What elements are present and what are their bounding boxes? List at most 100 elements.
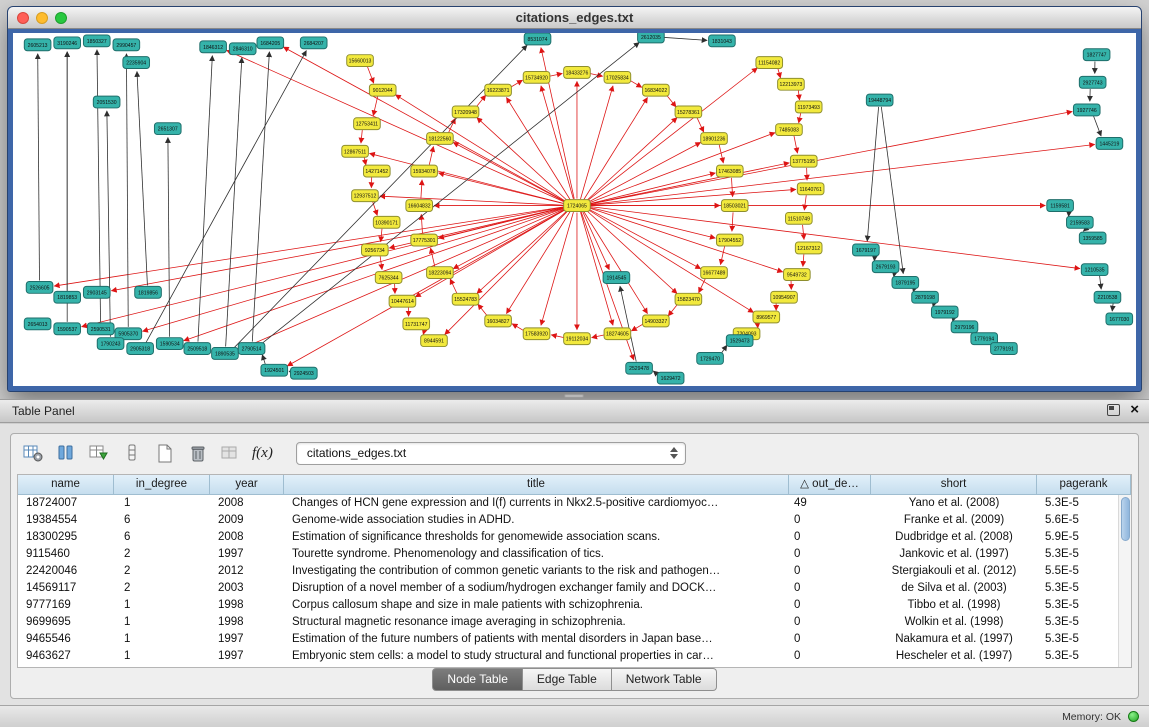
tab-network-table[interactable]: Network Table: [612, 668, 717, 691]
graph-node[interactable]: 14903327: [643, 315, 670, 327]
graph-node[interactable]: 9549732: [784, 269, 811, 281]
table-row[interactable]: 2242004622012Investigating the contribut…: [18, 563, 1131, 580]
graph-node[interactable]: 2509518: [184, 343, 211, 355]
graph-node[interactable]: 1927746: [1073, 104, 1100, 116]
window-titlebar[interactable]: citations_edges.txt: [8, 7, 1141, 29]
table-row[interactable]: 1872400712008Changes of HCN gene express…: [18, 495, 1131, 512]
graph-node[interactable]: 17583920: [523, 328, 550, 340]
graph-node[interactable]: 1924501: [261, 364, 288, 376]
graph-node[interactable]: 2590531: [87, 323, 114, 335]
table-row[interactable]: 946554611997Estimation of the future num…: [18, 631, 1131, 648]
graph-node[interactable]: 2879198: [912, 291, 939, 303]
graph-node[interactable]: 18503021: [721, 200, 748, 212]
graph-node[interactable]: 2684207: [300, 37, 327, 49]
graph-node[interactable]: 16034827: [485, 315, 512, 327]
network-graph[interactable]: 1724065185030211790455216677489158234701…: [13, 33, 1136, 386]
graph-node[interactable]: 11731747: [403, 318, 430, 330]
graph-node[interactable]: 1210535: [1081, 264, 1108, 276]
table-row[interactable]: 911546021997Tourette syndrome. Phenomeno…: [18, 546, 1131, 563]
graph-node[interactable]: 1850327: [83, 35, 110, 47]
table-row[interactable]: 969969511998Structural magnetic resonanc…: [18, 614, 1131, 631]
new-column-icon[interactable]: [153, 442, 177, 464]
graph-node[interactable]: 2927743: [1079, 76, 1106, 88]
graph-node[interactable]: 10390171: [373, 216, 400, 228]
graph-node[interactable]: 10954907: [771, 291, 798, 303]
graph-node[interactable]: 18122560: [427, 133, 454, 145]
column-header-3[interactable]: title: [284, 475, 789, 495]
float-panel-icon[interactable]: [1107, 404, 1120, 416]
graph-node[interactable]: 12937512: [352, 190, 379, 202]
close-panel-icon[interactable]: ×: [1130, 404, 1139, 416]
graph-node[interactable]: 1827747: [1083, 49, 1110, 61]
graph-node[interactable]: 1729470: [697, 352, 724, 364]
graph-node[interactable]: 2529478: [626, 362, 653, 374]
graph-node[interactable]: 1831043: [709, 35, 736, 47]
graph-node[interactable]: 1879195: [892, 277, 919, 289]
graph-node[interactable]: 17025834: [604, 71, 631, 83]
graph-node[interactable]: 18223094: [427, 267, 454, 279]
network-canvas[interactable]: 1724065185030211790455216677489158234701…: [13, 33, 1136, 386]
graph-node[interactable]: 1677030: [1106, 313, 1133, 325]
tab-node-table[interactable]: Node Table: [432, 668, 523, 691]
column-header-1[interactable]: in_degree: [114, 475, 210, 495]
graph-node[interactable]: 1590537: [54, 323, 81, 335]
graph-node[interactable]: 12213973: [778, 78, 805, 90]
import-table-icon[interactable]: [219, 442, 243, 464]
graph-node[interactable]: 1359585: [1079, 232, 1106, 244]
graph-node[interactable]: 7625344: [375, 272, 402, 284]
row-options-icon[interactable]: [120, 442, 144, 464]
graph-node[interactable]: 2779191: [991, 343, 1018, 355]
graph-node[interactable]: 17463085: [716, 165, 743, 177]
table-scrollbar[interactable]: [1118, 495, 1131, 667]
column-header-2[interactable]: year: [210, 475, 284, 495]
graph-node[interactable]: 12867511: [342, 145, 369, 157]
graph-node[interactable]: 2790514: [238, 343, 265, 355]
graph-node[interactable]: 19112034: [564, 333, 591, 345]
graph-node[interactable]: 1890535: [212, 348, 239, 360]
graph-node[interactable]: 11510749: [786, 212, 813, 224]
graph-node[interactable]: 1684205: [257, 37, 284, 49]
graph-node[interactable]: 2905318: [127, 343, 154, 355]
minimize-window-button[interactable]: [36, 12, 48, 24]
graph-node[interactable]: 2924503: [291, 367, 318, 379]
function-builder-icon[interactable]: f(x): [252, 445, 273, 462]
graph-node[interactable]: 8969577: [753, 311, 780, 323]
graph-node[interactable]: 16677489: [701, 267, 728, 279]
graph-node[interactable]: 1159581: [1047, 200, 1074, 212]
graph-node[interactable]: 15934078: [411, 165, 438, 177]
graph-node[interactable]: 2651307: [154, 123, 181, 135]
tab-edge-table[interactable]: Edge Table: [523, 668, 612, 691]
zoom-window-button[interactable]: [55, 12, 67, 24]
graph-node[interactable]: 2235904: [123, 57, 150, 69]
graph-node[interactable]: 17775301: [411, 234, 438, 246]
graph-node[interactable]: 7485083: [776, 124, 803, 136]
graph-node[interactable]: 16834022: [643, 84, 670, 96]
graph-node[interactable]: 16604832: [406, 200, 433, 212]
column-header-0[interactable]: name: [18, 475, 114, 495]
table-row[interactable]: 1456911722003Disruption of a novel membe…: [18, 580, 1131, 597]
edit-table-icon[interactable]: [87, 442, 111, 464]
column-header-6[interactable]: pagerank: [1037, 475, 1131, 495]
graph-node[interactable]: 1979192: [931, 306, 958, 318]
graph-node[interactable]: 1914545: [603, 272, 630, 284]
graph-node[interactable]: 17320948: [452, 106, 479, 118]
graph-node[interactable]: 2210538: [1094, 291, 1121, 303]
graph-node[interactable]: 18433276: [564, 67, 591, 79]
graph-node[interactable]: 9012044: [369, 84, 396, 96]
graph-node[interactable]: 1445219: [1096, 138, 1123, 150]
graph-node[interactable]: 15524783: [452, 293, 479, 305]
graph-node[interactable]: 2051530: [93, 96, 120, 108]
graph-node[interactable]: 16223871: [485, 84, 512, 96]
close-window-button[interactable]: [17, 12, 29, 24]
show-columns-icon[interactable]: [54, 442, 78, 464]
graph-node[interactable]: 2526605: [26, 281, 53, 293]
graph-node[interactable]: 3190246: [54, 37, 81, 49]
memory-status-icon[interactable]: [1128, 711, 1139, 722]
graph-node[interactable]: 11154082: [756, 57, 783, 69]
graph-node[interactable]: 11640761: [797, 183, 824, 195]
graph-node[interactable]: 15823470: [675, 293, 702, 305]
graph-node[interactable]: 2605213: [24, 39, 51, 51]
graph-node[interactable]: 2903145: [83, 286, 110, 298]
graph-node[interactable]: 15278361: [675, 106, 702, 118]
graph-node[interactable]: 2979196: [951, 321, 978, 333]
